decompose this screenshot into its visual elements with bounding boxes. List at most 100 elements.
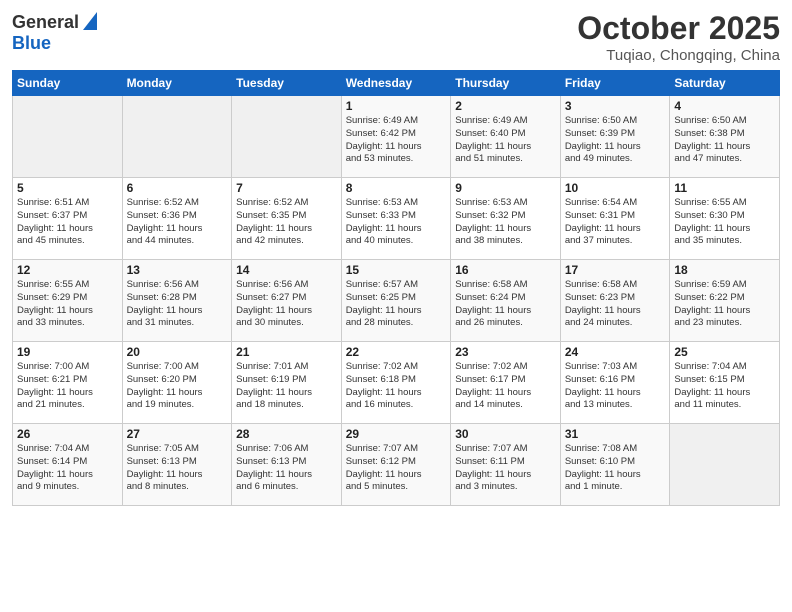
calendar-day-cell: 16Sunrise: 6:58 AM Sunset: 6:24 PM Dayli… (451, 260, 561, 342)
day-number: 22 (346, 345, 447, 359)
calendar-day-cell: 29Sunrise: 7:07 AM Sunset: 6:12 PM Dayli… (341, 424, 451, 506)
calendar-table: SundayMondayTuesdayWednesdayThursdayFrid… (12, 70, 780, 506)
day-number: 28 (236, 427, 337, 441)
calendar-day-cell: 15 Sunrise: 6:57 AM Sunset: 6:25 PM Dayli… (341, 260, 451, 342)
day-info: Sunrise: 7:02 AM Sunset: 6:17 PM Dayligh… (455, 361, 556, 412)
day-info: Sunrise: 6:59 AM Sunset: 6:22 PM Dayligh… (674, 279, 775, 330)
calendar-day-cell: 19Sunrise: 7:00 AM Sunset: 6:21 PM Dayli… (13, 342, 123, 424)
weekday-header: Saturday (670, 71, 780, 96)
day-info: Sunrise: 6:57 AM Sunset: 6:25 PM Dayligh… (346, 279, 447, 330)
calendar-week-row: 19Sunrise: 7:00 AM Sunset: 6:21 PM Dayli… (13, 342, 780, 424)
calendar-day-cell: 24Sunrise: 7:03 AM Sunset: 6:16 PM Dayli… (560, 342, 670, 424)
day-info: Sunrise: 7:07 AM Sunset: 6:11 PM Dayligh… (455, 443, 556, 494)
day-number: 14 (236, 263, 337, 277)
day-info: Sunrise: 6:49 AM Sunset: 6:40 PM Dayligh… (455, 115, 556, 166)
calendar-week-row: 26 Sunrise: 7:04 AM Sunset: 6:14 PM Dayli… (13, 424, 780, 506)
calendar-day-cell: 12Sunrise: 6:55 AM Sunset: 6:29 PM Dayli… (13, 260, 123, 342)
weekday-header: Monday (122, 71, 232, 96)
calendar-week-row: 12Sunrise: 6:55 AM Sunset: 6:29 PM Dayli… (13, 260, 780, 342)
day-info: Sunrise: 7:02 AM Sunset: 6:18 PM Dayligh… (346, 361, 447, 412)
day-info: Sunrise: 7:00 AM Sunset: 6:20 PM Dayligh… (127, 361, 228, 412)
day-number: 15 (346, 263, 447, 277)
calendar-day-cell: 14 Sunrise: 6:56 AM Sunset: 6:27 PM Dayli… (232, 260, 342, 342)
calendar-day-cell: 31Sunrise: 7:08 AM Sunset: 6:10 PM Dayli… (560, 424, 670, 506)
day-number: 26 (17, 427, 118, 441)
logo-blue: Blue (12, 33, 97, 54)
calendar-day-cell: 23 Sunrise: 7:02 AM Sunset: 6:17 PM Dayli… (451, 342, 561, 424)
calendar-day-cell: 22 Sunrise: 7:02 AM Sunset: 6:18 PM Dayli… (341, 342, 451, 424)
calendar-day-cell: 2 Sunrise: 6:49 AM Sunset: 6:40 PM Daylig… (451, 96, 561, 178)
calendar-day-cell: 3 Sunrise: 6:50 AM Sunset: 6:39 PM Daylig… (560, 96, 670, 178)
day-info: Sunrise: 6:52 AM Sunset: 6:36 PM Dayligh… (127, 197, 228, 248)
calendar-day-cell: 1 Sunrise: 6:49 AM Sunset: 6:42 PM Daylig… (341, 96, 451, 178)
calendar-day-cell: 18 Sunrise: 6:59 AM Sunset: 6:22 PM Dayli… (670, 260, 780, 342)
day-number: 23 (455, 345, 556, 359)
day-number: 27 (127, 427, 228, 441)
weekday-header: Sunday (13, 71, 123, 96)
calendar-day-cell: 7Sunrise: 6:52 AM Sunset: 6:35 PM Daylig… (232, 178, 342, 260)
day-number: 9 (455, 181, 556, 195)
day-info: Sunrise: 6:51 AM Sunset: 6:37 PM Dayligh… (17, 197, 118, 248)
day-info: Sunrise: 7:06 AM Sunset: 6:13 PM Dayligh… (236, 443, 337, 494)
day-number: 31 (565, 427, 666, 441)
logo-general: General (12, 13, 79, 33)
day-number: 19 (17, 345, 118, 359)
day-number: 3 (565, 99, 666, 113)
day-info: Sunrise: 6:56 AM Sunset: 6:27 PM Dayligh… (236, 279, 337, 330)
day-info: Sunrise: 6:58 AM Sunset: 6:24 PM Dayligh… (455, 279, 556, 330)
calendar-day-cell: 20 Sunrise: 7:00 AM Sunset: 6:20 PM Dayli… (122, 342, 232, 424)
day-info: Sunrise: 6:55 AM Sunset: 6:30 PM Dayligh… (674, 197, 775, 248)
day-info: Sunrise: 7:01 AM Sunset: 6:19 PM Dayligh… (236, 361, 337, 412)
day-number: 18 (674, 263, 775, 277)
calendar-day-cell: 9 Sunrise: 6:53 AM Sunset: 6:32 PM Daylig… (451, 178, 561, 260)
day-number: 1 (346, 99, 447, 113)
calendar-week-row: 1 Sunrise: 6:49 AM Sunset: 6:42 PM Daylig… (13, 96, 780, 178)
logo: General Blue (12, 10, 97, 54)
day-number: 5 (17, 181, 118, 195)
calendar-day-cell: 8Sunrise: 6:53 AM Sunset: 6:33 PM Daylig… (341, 178, 451, 260)
weekday-header: Thursday (451, 71, 561, 96)
calendar-day-cell: 26 Sunrise: 7:04 AM Sunset: 6:14 PM Dayli… (13, 424, 123, 506)
day-info: Sunrise: 7:03 AM Sunset: 6:16 PM Dayligh… (565, 361, 666, 412)
day-info: Sunrise: 6:53 AM Sunset: 6:32 PM Dayligh… (455, 197, 556, 248)
calendar-day-cell: 6 Sunrise: 6:52 AM Sunset: 6:36 PM Daylig… (122, 178, 232, 260)
day-number: 20 (127, 345, 228, 359)
month-title: October 2025 (577, 10, 780, 47)
day-number: 6 (127, 181, 228, 195)
calendar-day-cell: 28 Sunrise: 7:06 AM Sunset: 6:13 PM Dayli… (232, 424, 342, 506)
calendar-day-cell: 25Sunrise: 7:04 AM Sunset: 6:15 PM Dayli… (670, 342, 780, 424)
calendar-week-row: 5 Sunrise: 6:51 AM Sunset: 6:37 PM Daylig… (13, 178, 780, 260)
calendar-day-cell (232, 96, 342, 178)
day-number: 2 (455, 99, 556, 113)
day-info: Sunrise: 6:55 AM Sunset: 6:29 PM Dayligh… (17, 279, 118, 330)
calendar-header-row: SundayMondayTuesdayWednesdayThursdayFrid… (13, 71, 780, 96)
day-info: Sunrise: 6:50 AM Sunset: 6:39 PM Dayligh… (565, 115, 666, 166)
logo-text: General Blue (12, 10, 97, 54)
calendar-day-cell: 27 Sunrise: 7:05 AM Sunset: 6:13 PM Dayli… (122, 424, 232, 506)
day-info: Sunrise: 6:49 AM Sunset: 6:42 PM Dayligh… (346, 115, 447, 166)
calendar-day-cell (13, 96, 123, 178)
day-info: Sunrise: 7:07 AM Sunset: 6:12 PM Dayligh… (346, 443, 447, 494)
day-number: 13 (127, 263, 228, 277)
page-container: General Blue October 2025 Tuqiao, Chongq… (0, 0, 792, 612)
calendar-day-cell: 10Sunrise: 6:54 AM Sunset: 6:31 PM Dayli… (560, 178, 670, 260)
weekday-header: Friday (560, 71, 670, 96)
day-info: Sunrise: 7:05 AM Sunset: 6:13 PM Dayligh… (127, 443, 228, 494)
day-number: 8 (346, 181, 447, 195)
day-number: 25 (674, 345, 775, 359)
header: General Blue October 2025 Tuqiao, Chongq… (12, 10, 780, 64)
day-info: Sunrise: 6:54 AM Sunset: 6:31 PM Dayligh… (565, 197, 666, 248)
day-info: Sunrise: 7:04 AM Sunset: 6:14 PM Dayligh… (17, 443, 118, 494)
calendar-day-cell: 5 Sunrise: 6:51 AM Sunset: 6:37 PM Daylig… (13, 178, 123, 260)
day-number: 4 (674, 99, 775, 113)
day-info: Sunrise: 6:52 AM Sunset: 6:35 PM Dayligh… (236, 197, 337, 248)
day-number: 17 (565, 263, 666, 277)
day-number: 21 (236, 345, 337, 359)
weekday-header: Tuesday (232, 71, 342, 96)
day-info: Sunrise: 6:58 AM Sunset: 6:23 PM Dayligh… (565, 279, 666, 330)
day-info: Sunrise: 6:56 AM Sunset: 6:28 PM Dayligh… (127, 279, 228, 330)
calendar-day-cell: 13 Sunrise: 6:56 AM Sunset: 6:28 PM Dayli… (122, 260, 232, 342)
day-number: 11 (674, 181, 775, 195)
calendar-day-cell: 21 Sunrise: 7:01 AM Sunset: 6:19 PM Dayli… (232, 342, 342, 424)
calendar-day-cell: 17 Sunrise: 6:58 AM Sunset: 6:23 PM Dayli… (560, 260, 670, 342)
